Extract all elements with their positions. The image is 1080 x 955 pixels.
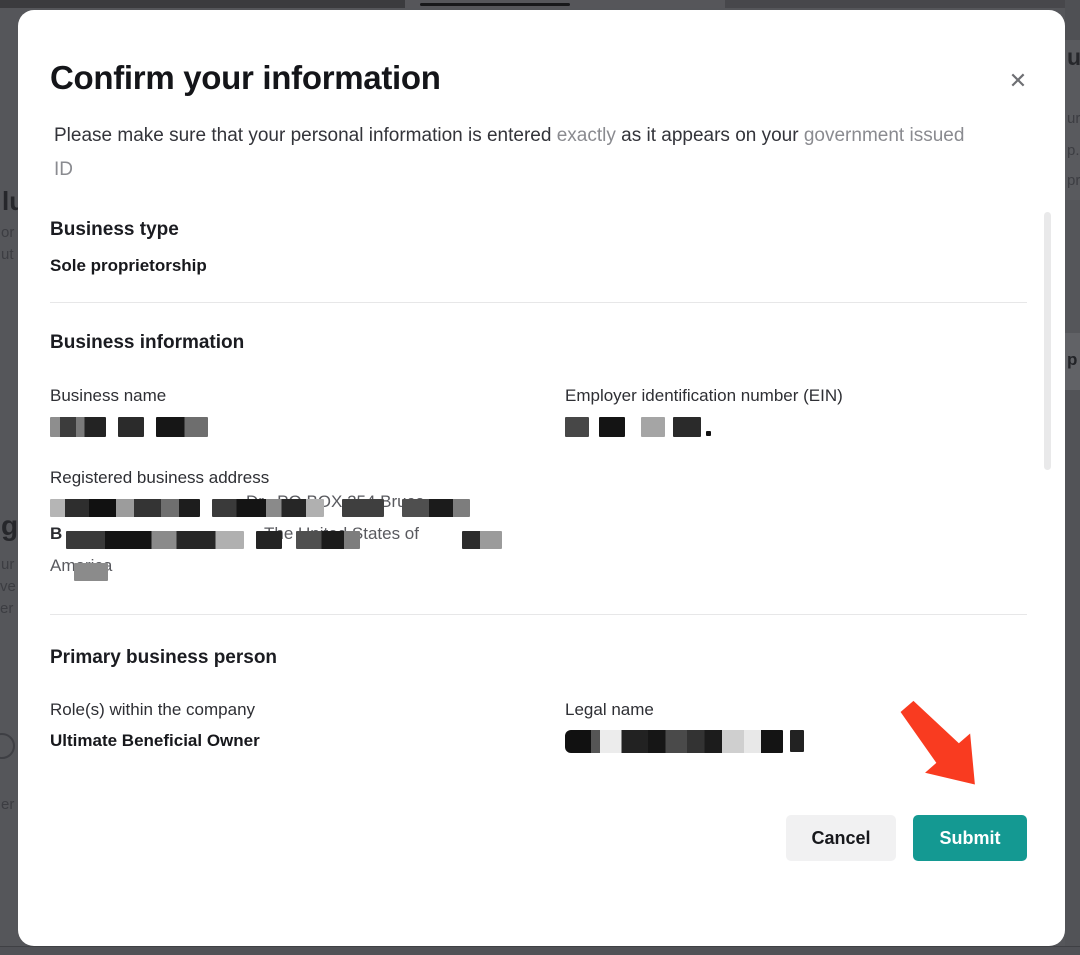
modal-subtitle: Please make sure that your personal info… bbox=[54, 119, 984, 187]
bg-text-fragment: lu bbox=[2, 186, 18, 217]
confirm-information-modal: Confirm your information ✕ Please make s… bbox=[18, 10, 1065, 946]
bg-text-fragment: ur bbox=[1067, 110, 1080, 127]
business-name-label: Business name bbox=[50, 385, 565, 407]
business-information-heading: Business information bbox=[50, 331, 1027, 355]
registered-address-label: Registered business address bbox=[50, 467, 1027, 489]
bg-text-fragment: er bbox=[0, 600, 13, 617]
dimmed-page-right-edge: u ur p. pr p bbox=[1065, 0, 1080, 954]
bg-text-fragment: p bbox=[1067, 350, 1077, 370]
ein-label: Employer identification number (EIN) bbox=[565, 385, 1027, 407]
ein-field: Employer identification number (EIN) bbox=[565, 385, 1027, 439]
bg-text-fragment: or bbox=[1, 224, 14, 241]
modal-title: Confirm your information bbox=[50, 58, 1027, 98]
bg-text-fragment: er bbox=[1, 796, 14, 813]
browser-top-bar bbox=[0, 0, 1080, 8]
role-value: Ultimate Beneficial Owner bbox=[50, 730, 565, 752]
business-type-heading: Business type bbox=[50, 218, 1027, 242]
role-label: Role(s) within the company bbox=[50, 699, 565, 721]
bg-radio-button bbox=[0, 733, 15, 759]
divider bbox=[50, 302, 1027, 303]
subtitle-text: Please make sure that your personal info… bbox=[54, 125, 557, 146]
close-icon[interactable]: ✕ bbox=[1005, 68, 1031, 94]
bg-text-fragment: pr bbox=[1067, 172, 1080, 189]
bg-text-fragment: p. bbox=[1067, 142, 1080, 159]
bg-text-fragment: gr bbox=[1, 510, 18, 542]
registered-address-redacted-line: B The United States of bbox=[50, 521, 1027, 553]
bg-text-fragment: ve bbox=[0, 578, 16, 595]
bg-text-fragment: ur bbox=[1, 556, 14, 573]
dimmed-page-left-edge: lu or ut gr ur ve er er bbox=[0, 0, 18, 954]
business-name-field: Business name bbox=[50, 385, 565, 439]
subtitle-emphasis-exactly: exactly bbox=[557, 125, 616, 146]
ein-redacted-value bbox=[565, 415, 1027, 439]
submit-button[interactable]: Submit bbox=[913, 815, 1027, 861]
bg-text-fragment: u bbox=[1067, 44, 1080, 71]
browser-top-bar-right bbox=[725, 0, 1080, 8]
registered-address-redacted-line: Dr., PO BOX 254 Bruce bbox=[50, 489, 1027, 521]
modal-action-bar: Cancel Submit bbox=[50, 815, 1027, 861]
registered-address-redacted-line: America bbox=[50, 553, 1027, 585]
role-field: Role(s) within the company Ultimate Bene… bbox=[50, 699, 565, 753]
bg-text-fragment: ut bbox=[1, 246, 14, 263]
business-name-redacted-value bbox=[50, 415, 565, 439]
business-type-value: Sole proprietorship bbox=[50, 255, 1027, 277]
browser-tab-underline bbox=[420, 3, 570, 6]
primary-person-heading: Primary business person bbox=[50, 646, 1027, 670]
legal-name-field: Legal name bbox=[565, 699, 1027, 753]
legal-name-redacted-value bbox=[565, 729, 1027, 753]
cancel-button[interactable]: Cancel bbox=[786, 815, 896, 861]
modal-scrollbar-thumb[interactable] bbox=[1044, 212, 1051, 470]
address-ghost-text: B bbox=[50, 523, 62, 545]
divider bbox=[50, 614, 1027, 615]
subtitle-text: as it appears on your bbox=[616, 125, 804, 146]
legal-name-label: Legal name bbox=[565, 699, 1027, 721]
